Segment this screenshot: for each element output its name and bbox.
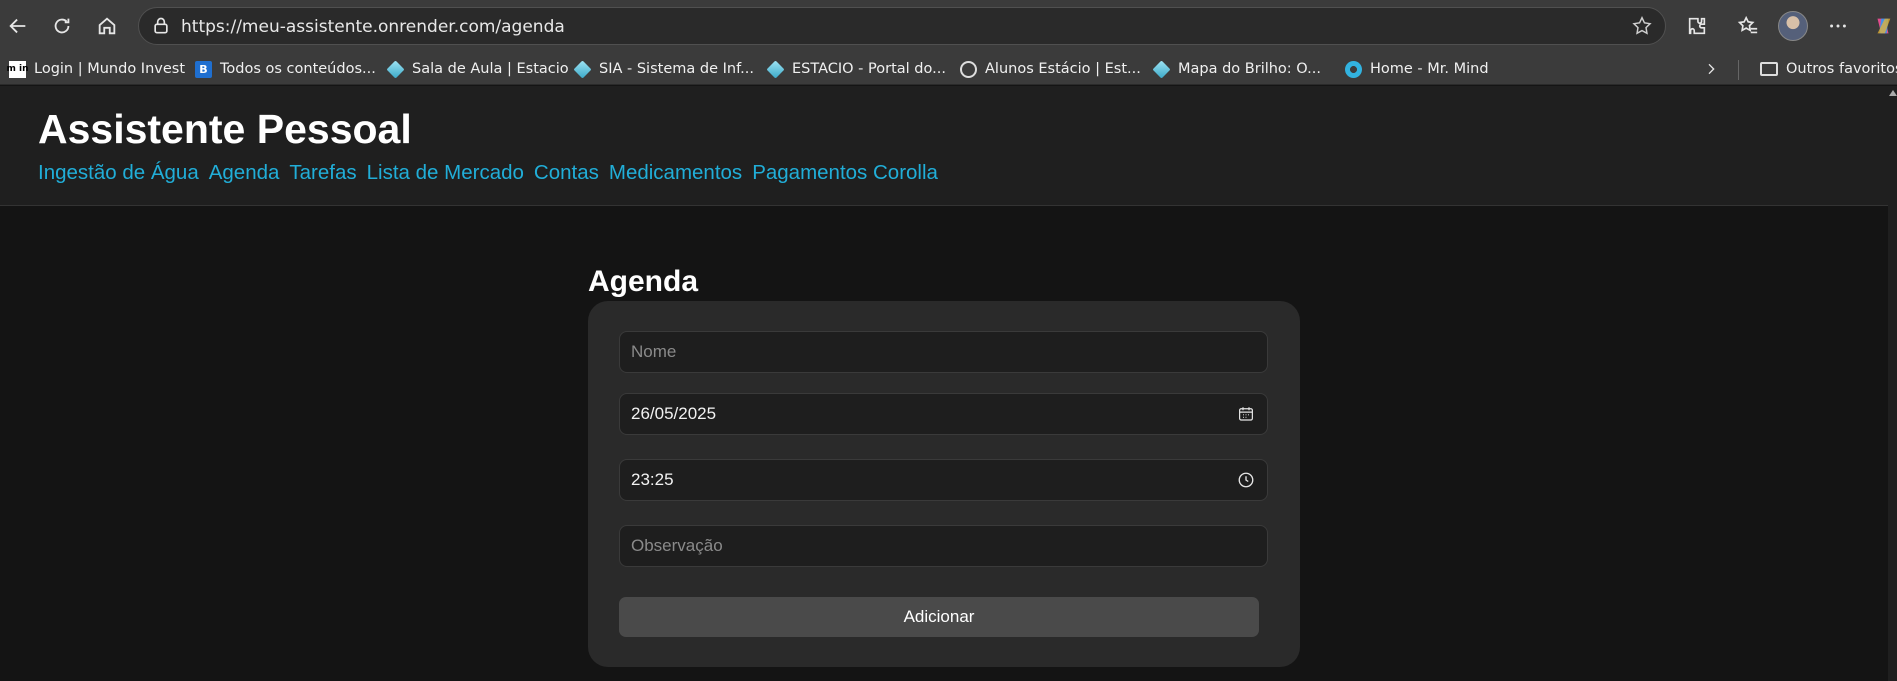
address-bar[interactable]: https://meu-assistente.onrender.com/agen… [138,7,1666,45]
bookmark-sia[interactable]: SIA - Sistema de Inf... [573,58,754,80]
date-field[interactable] [619,393,1268,435]
nav-pagamentos-corolla[interactable]: Pagamentos Corolla [752,161,938,185]
bookmark-label: Home - Mr. Mind [1370,61,1489,77]
nav-lista-mercado[interactable]: Lista de Mercado [367,161,524,185]
diamond-icon [573,59,592,79]
bookmark-alunos-estacio[interactable]: Alunos Estácio | Est... [960,58,1141,80]
time-input[interactable] [620,460,1267,500]
diamond-icon [766,59,785,79]
favorites-icon[interactable] [1732,10,1764,42]
bookmark-label: ESTACIO - Portal do... [792,61,946,77]
bookmark-mr-mind[interactable]: Home - Mr. Mind [1345,58,1489,80]
agenda-form: Adicionar [588,301,1300,667]
page-title: Agenda [588,265,699,298]
clock-icon[interactable] [1237,471,1255,489]
nome-field[interactable] [619,331,1268,373]
back-icon[interactable] [2,10,34,42]
nav-medicamentos[interactable]: Medicamentos [609,161,742,185]
extensions-icon[interactable] [1681,10,1713,42]
url-text[interactable]: https://meu-assistente.onrender.com/agen… [181,17,565,37]
nav-tarefas[interactable]: Tarefas [289,161,356,185]
bookmark-estacio-portal[interactable]: ESTACIO - Portal do... [766,58,946,80]
bookmark-sala-de-aula[interactable]: Sala de Aula | Estacio [386,58,569,80]
bookmark-mundo-invest[interactable]: m in Login | Mundo Invest [7,58,186,80]
site-info-icon[interactable] [151,16,171,36]
bookmark-mapa-do-brilho[interactable]: Mapa do Brilho: O... [1152,58,1321,80]
home-icon[interactable] [91,10,123,42]
time-field[interactable] [619,459,1268,501]
bookmarks-divider [1738,60,1739,80]
diamond-icon [386,59,405,79]
bookmark-todos-conteudos[interactable]: B Todos os conteúdos... [195,58,376,80]
other-favorites-label: Outros favoritos [1786,61,1897,77]
site-title: Assistente Pessoal [38,106,412,152]
observacao-input[interactable] [620,526,1267,566]
bookmarks-overflow-chevron-icon[interactable] [1703,58,1719,80]
observacao-field[interactable] [619,525,1268,567]
bookmark-label: Todos os conteúdos... [220,61,376,77]
bookmark-label: Sala de Aula | Estacio [412,61,569,77]
bookmark-label: Login | Mundo Invest [34,61,186,77]
gear-icon [1345,60,1362,78]
calendar-icon[interactable] [1237,405,1255,423]
bookmark-label: Mapa do Brilho: O... [1178,61,1321,77]
date-input[interactable] [620,394,1267,434]
add-button[interactable]: Adicionar [619,597,1259,637]
refresh-icon[interactable] [46,10,78,42]
bookmark-label: SIA - Sistema de Inf... [599,61,754,77]
bookmark-label: Alunos Estácio | Est... [985,61,1141,77]
site-header: Assistente Pessoal Ingestão de Água Agen… [0,86,1888,206]
copilot-icon[interactable] [1868,10,1897,42]
favorite-star-icon[interactable] [1631,15,1653,37]
profile-avatar[interactable] [1778,11,1808,41]
scroll-up-icon[interactable] [1889,90,1897,96]
globe-icon [960,60,977,78]
more-options-icon[interactable] [1822,10,1854,42]
nome-input[interactable] [620,332,1267,372]
main-nav: Ingestão de Água Agenda Tarefas Lista de… [38,161,938,185]
page-scrollbar[interactable] [1888,86,1897,681]
diamond-icon [1152,59,1171,79]
blue-b-icon: B [195,60,212,78]
nav-agenda[interactable]: Agenda [209,161,280,185]
nav-ingestao-agua[interactable]: Ingestão de Água [38,161,199,185]
nav-contas[interactable]: Contas [534,161,599,185]
bookmarks-bar: m in Login | Mundo Invest B Todos os con… [0,52,1897,85]
mundo-invest-icon: m in [7,60,29,78]
browser-toolbar: https://meu-assistente.onrender.com/agen… [0,0,1897,52]
other-favorites-folder[interactable]: Outros favoritos [1760,58,1897,80]
folder-icon [1760,62,1778,76]
